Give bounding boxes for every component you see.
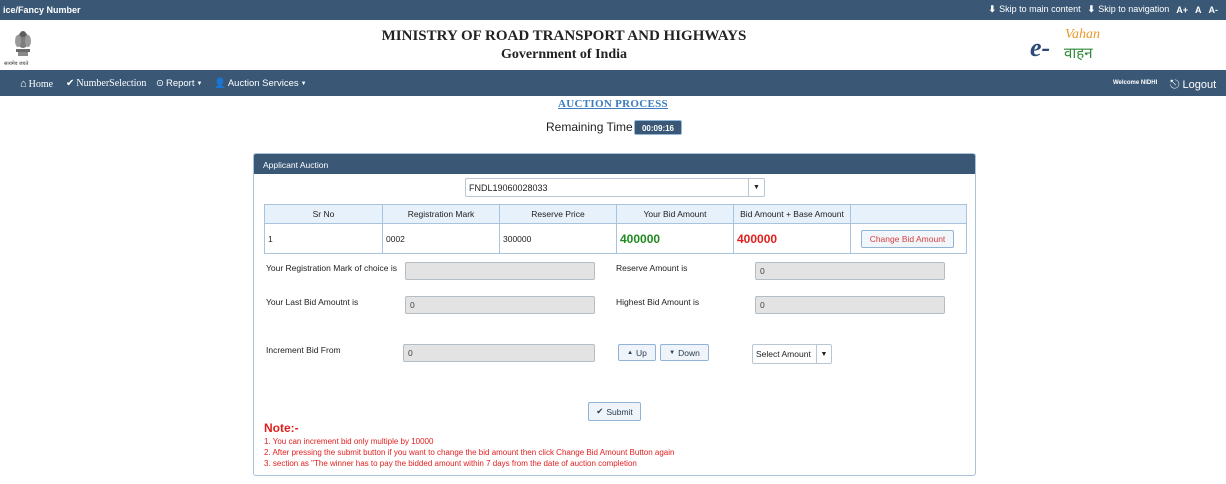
last-bid-field[interactable]: 0 xyxy=(405,296,595,314)
logout-link[interactable]: ⎋ Logout xyxy=(1170,77,1216,92)
select-amount-dropdown[interactable]: Select Amount ▼ xyxy=(752,344,832,364)
panel-heading: Applicant Auction xyxy=(254,154,975,174)
top-utility-bar: ice/Fancy Number ⬇ Skip to main content ⬇… xyxy=(0,0,1226,20)
nav-auction-services-label: Auction Services xyxy=(227,78,299,89)
logout-label: Logout xyxy=(1182,78,1217,91)
down-button-label: Down xyxy=(678,347,700,358)
chevron-down-icon: ▼ xyxy=(669,349,676,356)
remaining-time-badge: 00:09:16 xyxy=(634,120,682,135)
submit-button[interactable]: ✔ Submit xyxy=(588,402,641,421)
nav-home-label: Home xyxy=(28,78,54,90)
cell-action: Change Bid Amount xyxy=(850,223,967,254)
nav-report-label: Report xyxy=(165,78,195,89)
ministry-title: MINISTRY OF ROAD TRANSPORT AND HIGHWAYS xyxy=(381,28,747,44)
auction-process-title: AUCTION PROCESS xyxy=(558,98,668,110)
down-button[interactable]: ▼ Down xyxy=(660,344,709,361)
selected-application-number: FNDL19060028033 xyxy=(469,182,548,193)
note-title: Note:- xyxy=(264,421,299,435)
up-button[interactable]: ▲ Up xyxy=(618,344,656,361)
applicant-auction-panel: Applicant Auction FNDL19060028033 ▼ Sr N… xyxy=(253,153,976,476)
reg-mark-choice-label: Your Registration Mark of choice is xyxy=(266,263,398,273)
cell-reserve-price: 300000 xyxy=(499,223,617,254)
top-bar-title: ice/Fancy Number xyxy=(3,5,81,15)
font-increase-button[interactable]: A+ xyxy=(1176,5,1188,15)
col-registration-mark: Registration Mark xyxy=(382,204,500,224)
check-icon: ✔ xyxy=(66,78,75,89)
highest-bid-field[interactable]: 0 xyxy=(755,296,945,314)
skip-main-link[interactable]: ⬇ Skip to main content xyxy=(989,4,1081,15)
application-number-select[interactable]: FNDL19060028033 ▼ xyxy=(465,178,765,197)
nav-auction-services[interactable]: 👤 Auction Services ▼ xyxy=(214,78,307,89)
down-arrow-icon: ⬇ xyxy=(988,4,997,14)
note-line-2: 2. After pressing the submit button if y… xyxy=(264,448,675,457)
reserve-amount-label: Reserve Amount is xyxy=(616,263,688,273)
report-circle-icon: ⊙ xyxy=(156,78,164,89)
col-action xyxy=(850,204,967,224)
home-icon: ⌂ xyxy=(20,78,27,90)
note-line-3: 3. section as "The winner has to pay the… xyxy=(264,459,637,468)
auction-table: Sr No Registration Mark Reserve Price Yo… xyxy=(264,204,967,254)
chevron-up-icon: ▲ xyxy=(627,349,634,356)
nav-home[interactable]: ⌂ Home xyxy=(20,78,53,90)
change-bid-amount-button[interactable]: Change Bid Amount xyxy=(861,229,954,248)
user-icon: 👤 xyxy=(214,78,226,89)
logo-hindi: वाहन xyxy=(1064,46,1093,62)
logout-icon: ⎋ xyxy=(1170,77,1180,91)
remaining-time-label: Remaining Time xyxy=(546,120,633,134)
increment-bid-field[interactable]: 0 xyxy=(403,344,595,362)
skip-nav-link[interactable]: ⬇ Skip to navigation xyxy=(1088,4,1170,15)
cell-sr-no: 1 xyxy=(264,223,383,254)
font-normal-button[interactable]: A xyxy=(1195,5,1202,15)
logo-e: e- xyxy=(1030,33,1051,62)
site-header: सत्यमेव जयते MINISTRY OF ROAD TRANSPORT … xyxy=(0,20,1226,70)
cell-registration-mark: 0002 xyxy=(382,223,500,254)
nav-report[interactable]: ⊙ Report ▼ xyxy=(156,78,202,89)
chevron-down-icon: ▼ xyxy=(816,345,831,363)
select-amount-value: Select Amount xyxy=(756,349,811,359)
chevron-down-icon: ▼ xyxy=(748,179,764,196)
up-button-label: Up xyxy=(636,347,647,358)
nav-number-selection-label: NumberSelection xyxy=(76,78,147,89)
highest-bid-label: Highest Bid Amount is xyxy=(616,297,700,307)
cell-your-bid: 400000 xyxy=(616,223,734,254)
cell-bid-plus-base: 400000 xyxy=(733,223,851,254)
nav-number-selection[interactable]: ✔ NumberSelection xyxy=(66,78,146,89)
welcome-text: Welcome NIDHI xyxy=(1113,80,1158,86)
government-subtitle: Government of India xyxy=(501,47,627,62)
caret-down-icon: ▼ xyxy=(196,80,203,87)
last-bid-label: Your Last Bid Amoutnt is xyxy=(266,297,359,307)
font-decrease-button[interactable]: A- xyxy=(1209,5,1219,15)
check-icon: ✔ xyxy=(596,406,604,416)
main-navbar: ⌂ Home ✔ NumberSelection ⊙ Report ▼ 👤 Au… xyxy=(0,70,1226,96)
col-your-bid: Your Bid Amount xyxy=(616,204,734,224)
down-arrow-icon: ⬇ xyxy=(1087,4,1096,14)
increment-bid-label: Increment Bid From xyxy=(266,345,341,355)
note-line-1: 1. You can increment bid only multiple b… xyxy=(264,437,434,446)
reserve-amount-field[interactable]: 0 xyxy=(755,262,945,280)
col-sr-no: Sr No xyxy=(264,204,383,224)
reg-mark-choice-field[interactable] xyxy=(405,262,595,280)
skip-nav-label: Skip to navigation xyxy=(1098,4,1170,14)
caret-down-icon: ▼ xyxy=(300,80,307,87)
table-header-row: Sr No Registration Mark Reserve Price Yo… xyxy=(264,204,967,224)
submit-button-label: Submit xyxy=(606,406,633,417)
evahan-logo: e- Vahan वाहन xyxy=(1030,27,1120,67)
skip-main-label: Skip to main content xyxy=(999,4,1081,14)
table-row: 1 0002 300000 400000 400000 Change Bid A… xyxy=(264,223,967,254)
logo-vahan: Vahan xyxy=(1065,27,1100,42)
col-bid-plus-base: Bid Amount + Base Amount xyxy=(733,204,851,224)
col-reserve-price: Reserve Price xyxy=(499,204,617,224)
